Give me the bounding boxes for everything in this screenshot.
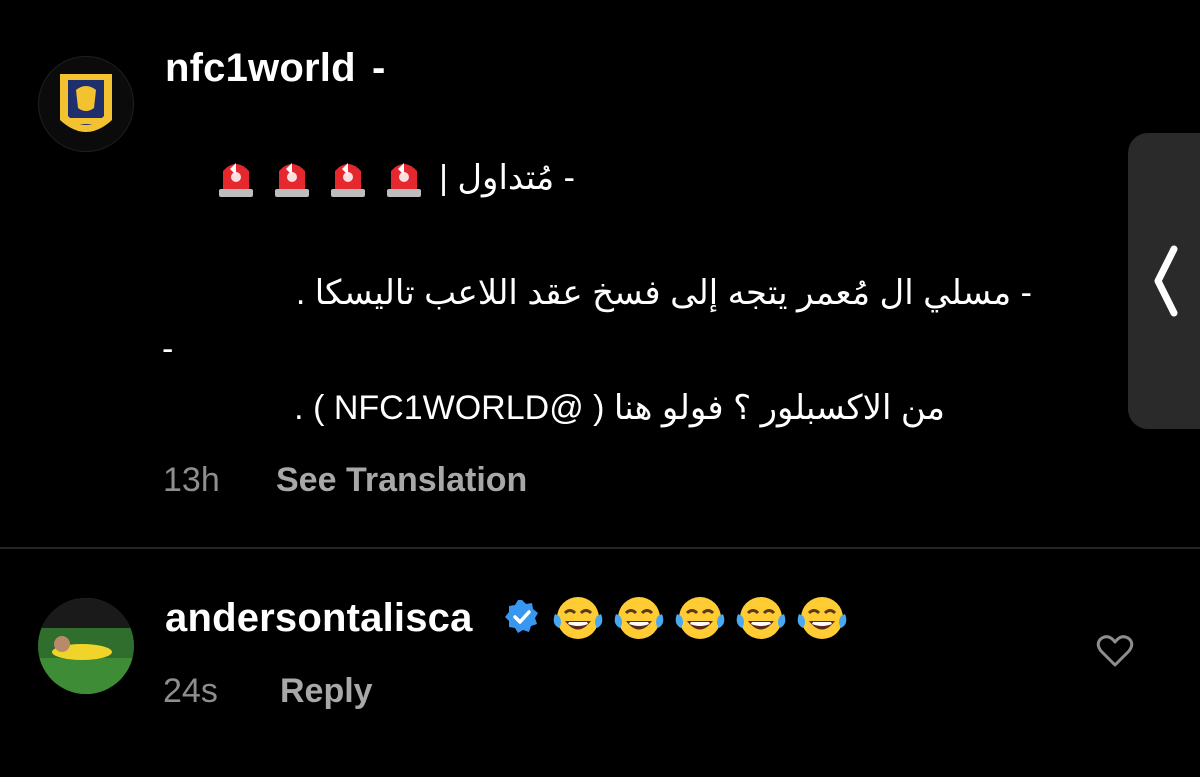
reply-button[interactable]: Reply [280, 672, 373, 711]
verified-badge-icon [505, 600, 538, 633]
chevron-left-icon [1154, 245, 1178, 317]
post-dash-line: - [162, 330, 174, 368]
face-with-tears-of-joy-icon [675, 597, 725, 639]
post-body-line: - مسلي ال مُعمر يتجه إلى فسخ عقد اللاعب … [295, 274, 1032, 312]
post-avatar[interactable] [38, 56, 134, 152]
police-siren-icon [331, 163, 366, 197]
divider [0, 547, 1200, 549]
side-panel-handle[interactable] [1128, 133, 1200, 429]
post-tag-line: - مُتداول | [213, 155, 575, 201]
reply-timestamp: 24s [163, 672, 218, 710]
heart-icon[interactable] [1096, 634, 1134, 668]
face-with-tears-of-joy-icon [553, 597, 603, 639]
reply-emoji-group [551, 594, 849, 642]
face-with-tears-of-joy-icon [797, 597, 847, 639]
siren-group [213, 155, 427, 201]
post-username[interactable]: nfc1world [165, 46, 356, 91]
post-tag-text: - مُتداول | [439, 159, 575, 197]
reply-username[interactable]: andersontalisca [165, 596, 473, 641]
face-with-tears-of-joy-icon [614, 597, 664, 639]
post-follow-line: من الاكسبلور ؟ فولو هنا ( @NFC1WORLD ) . [294, 389, 945, 427]
see-translation-link[interactable]: See Translation [276, 461, 527, 500]
player-photo-icon [38, 598, 134, 694]
lion-logo-icon [39, 57, 133, 151]
face-with-tears-of-joy-icon [736, 597, 786, 639]
police-siren-icon [219, 163, 254, 197]
post-username-dash: - [372, 46, 386, 90]
police-siren-icon [387, 163, 422, 197]
reply-avatar[interactable] [38, 598, 134, 694]
police-siren-icon [275, 163, 310, 197]
post-timestamp: 13h [163, 461, 220, 499]
